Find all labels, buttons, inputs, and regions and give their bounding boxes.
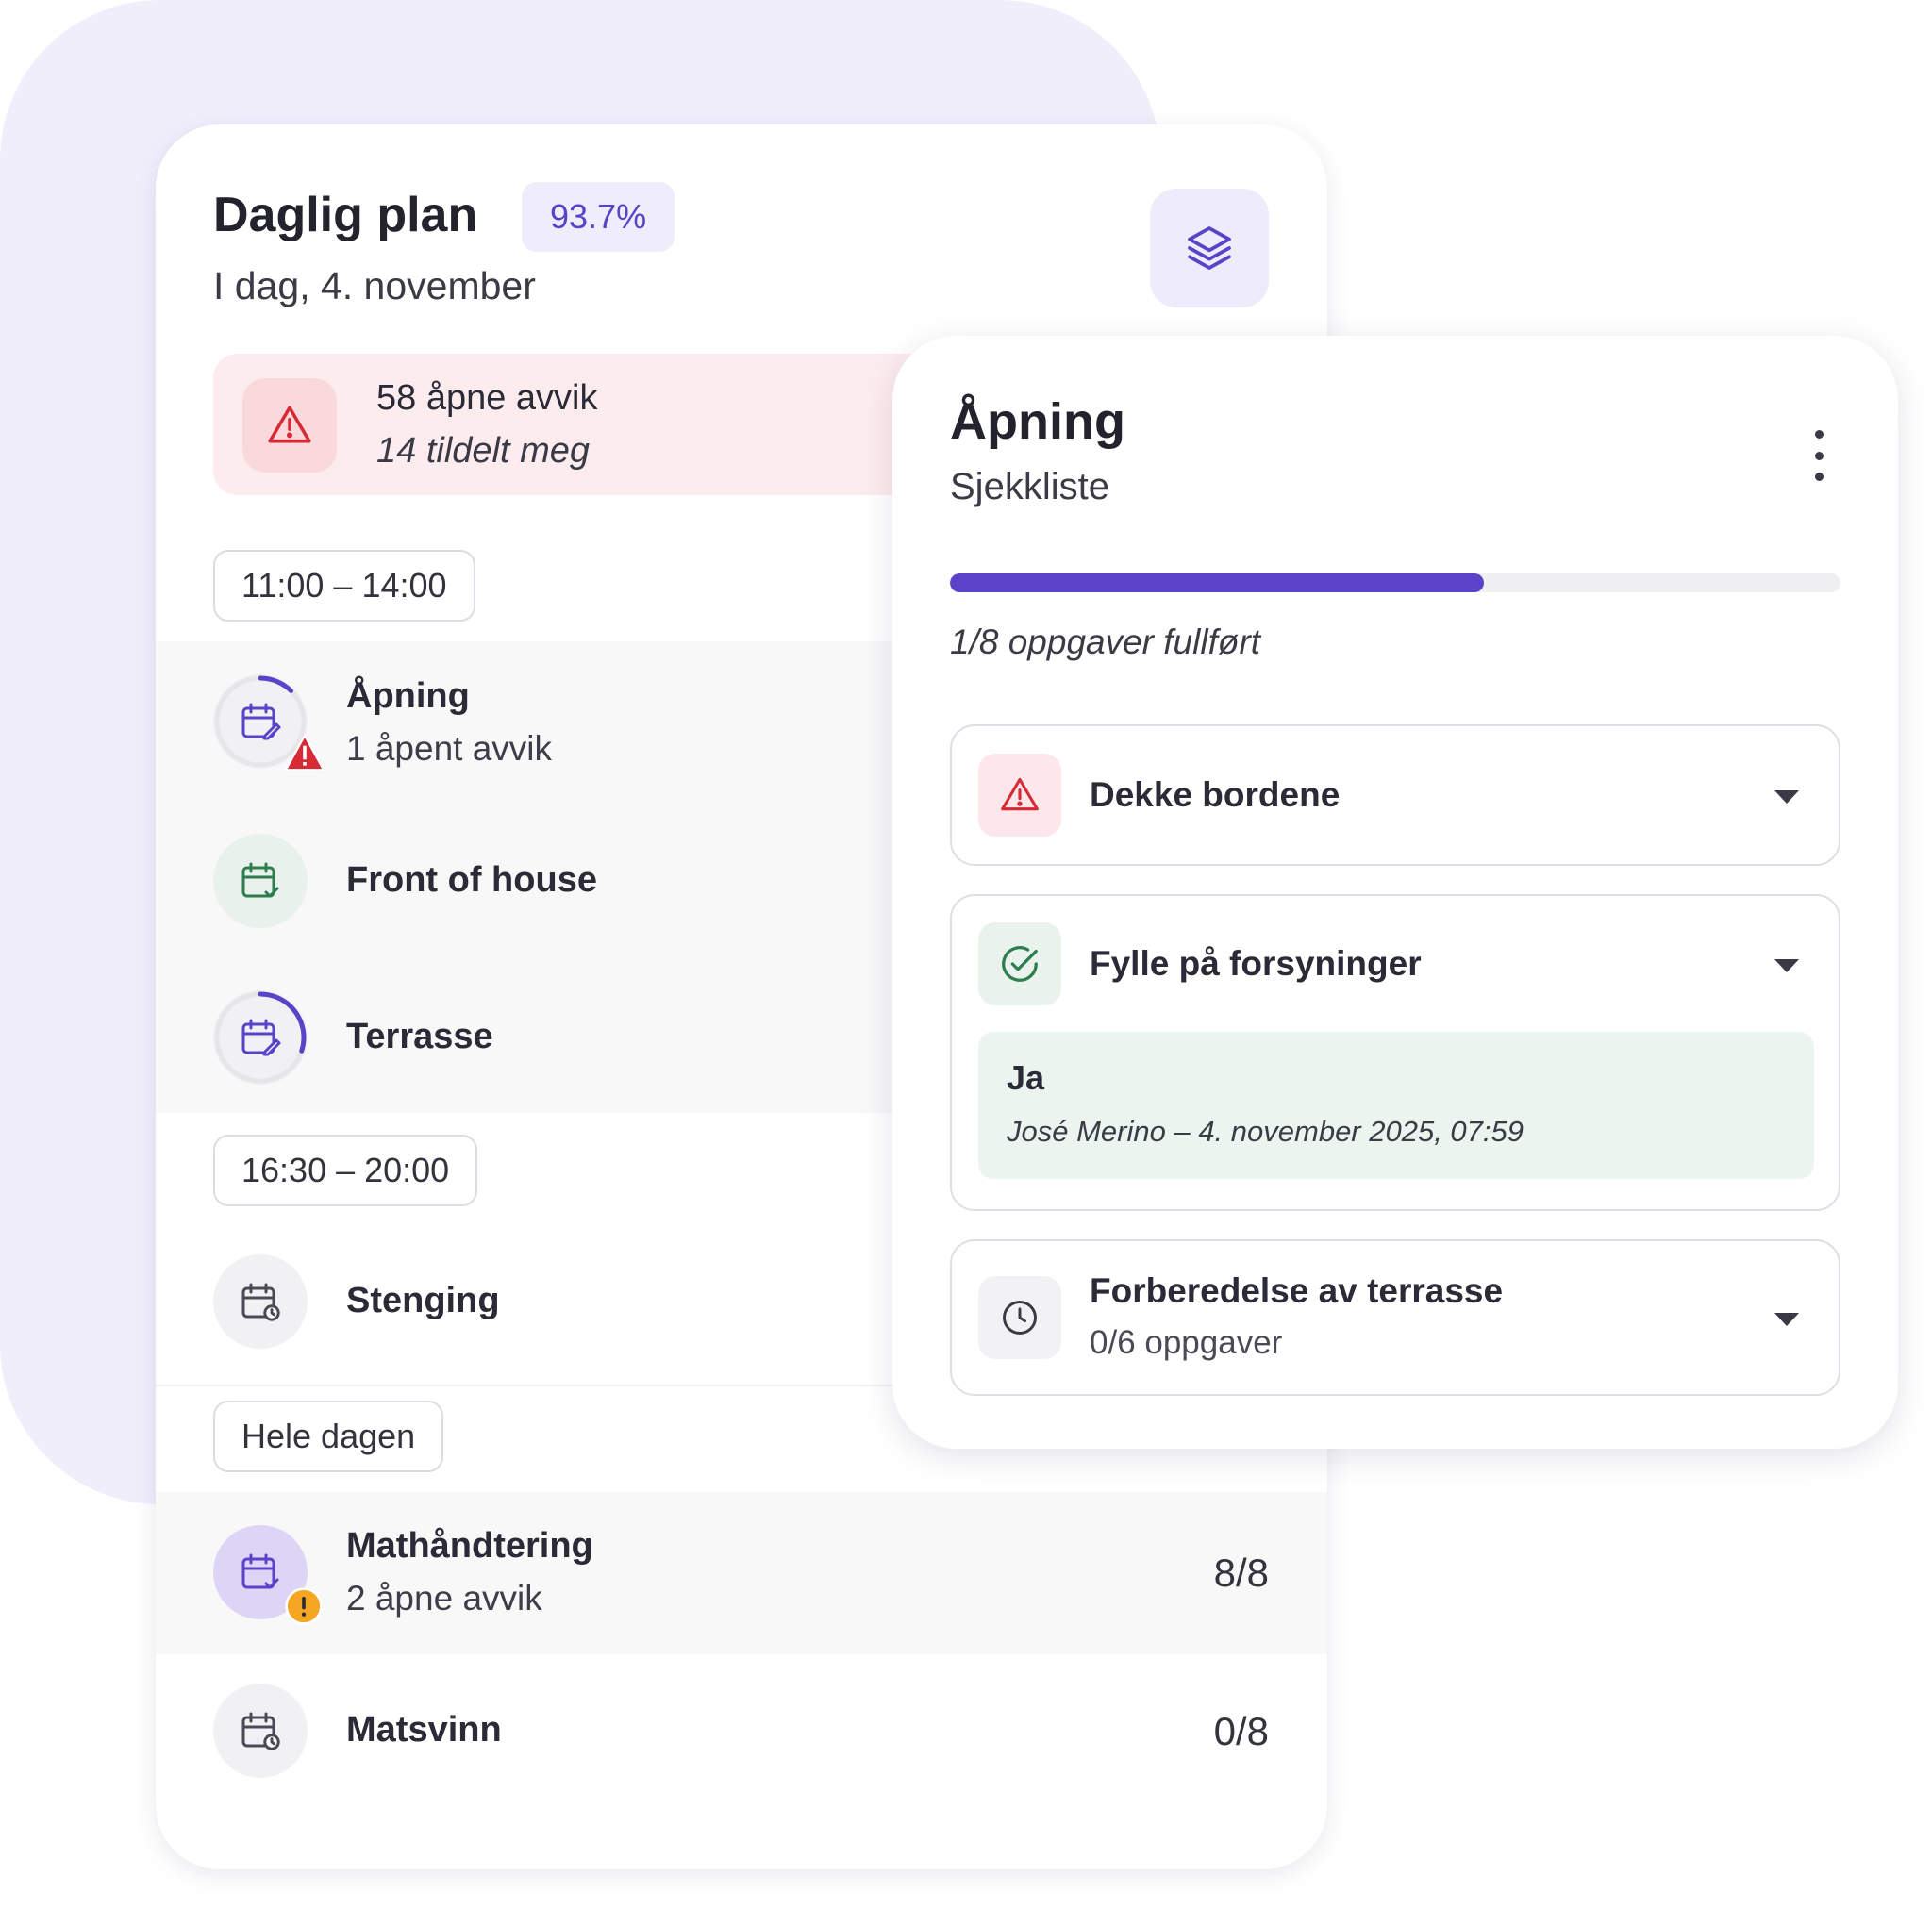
check-circle-icon — [1002, 946, 1038, 982]
plan-date: I dag, 4. november — [213, 264, 536, 307]
task-title[interactable]: Stenging — [346, 1281, 500, 1321]
task-title: Fylle på forsyninger — [1090, 944, 1422, 983]
task-status-icon — [213, 834, 308, 928]
more-options-button[interactable] — [1807, 430, 1830, 481]
clock-icon — [1003, 1301, 1037, 1335]
time-slot-pill[interactable]: 16:30 – 20:00 — [213, 1135, 478, 1206]
task-count: 0/8 — [1213, 1709, 1269, 1753]
task-title: Forberedelse av terrasse — [1090, 1271, 1504, 1310]
task-subtitle: 0/6 oppgaver — [1090, 1324, 1283, 1361]
row-highlight — [156, 1492, 1327, 1654]
task-title[interactable]: Terrasse — [346, 1017, 493, 1057]
completion-badge: 93.7% — [522, 182, 675, 252]
checklist-task[interactable]: Dekke bordene — [950, 724, 1840, 866]
calendar-edit-icon — [242, 1019, 281, 1056]
task-title[interactable]: Mathåndtering — [346, 1526, 593, 1567]
warning-triangle-icon — [268, 406, 311, 443]
task-subtitle: 2 åpne avvik — [346, 1579, 542, 1618]
checklist-task[interactable]: Fylle på forsyninger Ja José Merino – 4.… — [950, 894, 1840, 1211]
chevron-down-icon[interactable] — [1774, 790, 1799, 804]
more-options-icon — [1814, 430, 1824, 439]
warning-triangle-icon — [1001, 777, 1039, 811]
task-status-icon — [213, 1254, 308, 1349]
task-title: Dekke bordene — [1090, 775, 1341, 814]
task-icon-box — [978, 922, 1061, 1005]
task-status-icon — [213, 674, 325, 771]
task-title[interactable]: Front of house — [346, 860, 597, 901]
alert-title: 58 åpne avvik — [376, 378, 598, 418]
checklist-progress-label: 1/8 oppgaver fullført — [950, 622, 1261, 661]
checklist-progress-bar — [950, 573, 1840, 592]
checklist-card: Åpning Sjekkliste 1/8 oppgaver fullført … — [892, 336, 1898, 1449]
calendar-edit-icon — [242, 703, 281, 740]
task-count: 8/8 — [1213, 1551, 1269, 1595]
task-status-icon — [213, 990, 308, 1085]
answer-meta: José Merino – 4. november 2025, 07:59 — [1007, 1115, 1524, 1148]
calendar-check-icon — [242, 862, 279, 898]
task-subtitle: 1 åpent avvik — [346, 729, 553, 768]
warning-circle-icon — [285, 1587, 323, 1625]
answer-value: Ja — [1007, 1058, 1045, 1097]
layers-button[interactable] — [1150, 189, 1269, 307]
layers-icon — [1188, 226, 1231, 270]
time-slot-pill[interactable]: 11:00 – 14:00 — [213, 550, 475, 622]
task-icon-box — [978, 1276, 1061, 1359]
task-answer: Ja José Merino – 4. november 2025, 07:59 — [978, 1032, 1814, 1179]
task-status-icon — [213, 1684, 308, 1778]
checklist-task[interactable]: Forberedelse av terrasse 0/6 oppgaver — [950, 1239, 1840, 1396]
calendar-clock-icon — [242, 1283, 280, 1321]
calendar-clock-icon — [242, 1712, 280, 1750]
checklist-subtitle: Sjekkliste — [950, 466, 1109, 507]
time-slot-pill[interactable]: Hele dagen — [213, 1401, 444, 1472]
chevron-down-icon[interactable] — [1774, 959, 1799, 972]
calendar-check-icon — [242, 1553, 279, 1589]
task-title[interactable]: Åpning — [346, 676, 470, 717]
task-icon-box — [978, 754, 1061, 837]
checklist-title: Åpning — [950, 393, 1125, 450]
alert-subtitle: 14 tildelt meg — [376, 431, 591, 471]
page-title: Daglig plan — [213, 188, 478, 242]
checklist-progress-fill — [950, 573, 1485, 592]
task-title[interactable]: Matsvinn — [346, 1710, 502, 1750]
task-status-icon — [213, 1525, 323, 1625]
warning-triangle-icon — [284, 734, 325, 771]
alert-icon-box — [242, 378, 337, 473]
chevron-down-icon[interactable] — [1774, 1313, 1799, 1326]
